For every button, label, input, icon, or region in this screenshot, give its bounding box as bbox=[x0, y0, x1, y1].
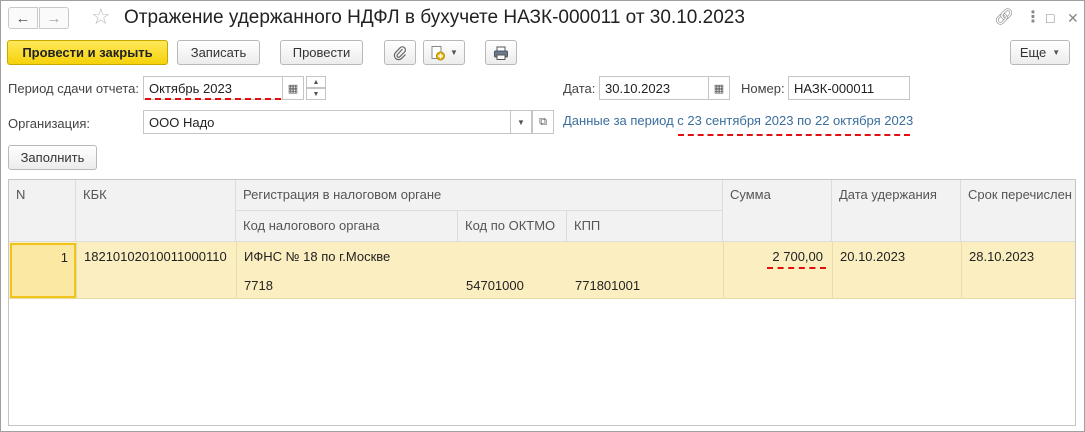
registration-cell[interactable]: ИФНС № 18 по г.Москве bbox=[244, 249, 390, 264]
document-window: ← → ☆ Отражение удержанного НДФЛ в бухуч… bbox=[0, 0, 1085, 432]
chevron-down-icon: ▼ bbox=[312, 90, 320, 98]
chevron-down-icon: ▼ bbox=[450, 48, 458, 57]
sum-cell[interactable]: 2 700,00 bbox=[772, 249, 823, 264]
title-bar: ← → ☆ Отражение удержанного НДФЛ в бухуч… bbox=[1, 1, 1084, 35]
oktmo-cell[interactable]: 54701000 bbox=[466, 278, 524, 293]
period-link-prefix: Данные за период bbox=[563, 113, 674, 128]
column-header-kbk[interactable]: КБК bbox=[76, 180, 236, 242]
create-based-on-button[interactable]: ▼ bbox=[423, 40, 465, 65]
column-header-oktmo[interactable]: Код по ОКТМО bbox=[458, 211, 567, 242]
column-header-withhold-date[interactable]: Дата удержания bbox=[832, 180, 961, 242]
back-button[interactable]: ← bbox=[8, 7, 38, 29]
date-label: Дата: bbox=[563, 81, 596, 96]
column-divider bbox=[961, 242, 962, 299]
forward-button[interactable]: → bbox=[39, 7, 69, 29]
date-calendar-button[interactable]: ▦ bbox=[708, 76, 730, 100]
organization-input[interactable]: ООО Надо bbox=[143, 110, 511, 134]
organization-label: Организация: bbox=[8, 116, 91, 131]
paperclip-icon bbox=[393, 45, 406, 60]
tax-table: N КБК Регистрация в налоговом органе Код… bbox=[8, 179, 1076, 426]
column-header-n[interactable]: N bbox=[9, 180, 76, 242]
date-input[interactable]: 30.10.2023 bbox=[599, 76, 709, 100]
period-input[interactable]: Октябрь 2023 bbox=[143, 76, 283, 100]
column-divider bbox=[236, 242, 237, 299]
printer-icon bbox=[494, 46, 508, 60]
number-input[interactable]: НАЗК-000011 bbox=[788, 76, 910, 100]
open-form-icon: ⧉ bbox=[539, 115, 547, 128]
save-button[interactable]: Записать bbox=[177, 40, 260, 65]
fill-button[interactable]: Заполнить bbox=[8, 145, 97, 170]
period-decrease-button[interactable]: ▼ bbox=[306, 88, 326, 100]
column-header-registration[interactable]: Регистрация в налоговом органе bbox=[236, 180, 723, 211]
tax-code-cell[interactable]: 7718 bbox=[244, 278, 273, 293]
transfer-deadline-cell[interactable]: 28.10.2023 bbox=[969, 249, 1034, 264]
column-header-transfer-deadline[interactable]: Срок перечислен bbox=[961, 180, 1075, 242]
withhold-date-cell[interactable]: 20.10.2023 bbox=[840, 249, 905, 264]
period-link[interactable]: Данные за период с 23 сентября 2023 по 2… bbox=[563, 113, 913, 128]
post-button[interactable]: Провести bbox=[280, 40, 363, 65]
kpp-cell[interactable]: 771801001 bbox=[575, 278, 640, 293]
kbk-cell[interactable]: 18210102010011000110 bbox=[84, 249, 227, 264]
arrow-left-icon: ← bbox=[15, 9, 31, 27]
print-button[interactable] bbox=[485, 40, 517, 65]
create-based-on-icon bbox=[431, 45, 446, 60]
period-link-range: с 23 сентября 2023 по 22 октября 2023 bbox=[677, 113, 914, 128]
calendar-button[interactable]: ▦ bbox=[282, 76, 304, 100]
period-increase-button[interactable]: ▲ bbox=[306, 76, 326, 88]
attach-button[interactable] bbox=[384, 40, 416, 65]
row-number-cell[interactable]: 1 bbox=[10, 243, 76, 298]
link-icon[interactable]: 🔗︎ bbox=[994, 9, 1014, 27]
post-and-close-button[interactable]: Провести и закрыть bbox=[7, 40, 168, 65]
favorite-star-icon[interactable]: ☆ bbox=[91, 5, 111, 29]
organization-open-button[interactable]: ⧉ bbox=[532, 110, 554, 134]
annotation-underline bbox=[767, 267, 826, 269]
period-label: Период сдачи отчета: bbox=[8, 81, 140, 96]
chevron-down-icon: ▼ bbox=[517, 117, 525, 127]
column-header-sum[interactable]: Сумма bbox=[723, 180, 832, 242]
calendar-icon: ▦ bbox=[713, 82, 725, 95]
annotation-underline bbox=[145, 98, 281, 100]
maximize-icon[interactable]: □ bbox=[1046, 9, 1054, 27]
organization-dropdown-button[interactable]: ▼ bbox=[510, 110, 532, 134]
close-icon[interactable]: ✕ bbox=[1067, 9, 1079, 27]
arrow-right-icon: → bbox=[46, 9, 62, 27]
more-actions-label: Еще bbox=[1019, 45, 1047, 60]
annotation-underline bbox=[678, 134, 910, 136]
more-actions-button[interactable]: Еще ▼ bbox=[1010, 40, 1070, 65]
chevron-down-icon: ▼ bbox=[1052, 48, 1061, 57]
number-label: Номер: bbox=[741, 81, 785, 96]
more-menu-icon[interactable]: ⋮ bbox=[1025, 9, 1041, 27]
calendar-icon: ▦ bbox=[287, 82, 299, 95]
column-divider bbox=[832, 242, 833, 299]
column-header-kpp[interactable]: КПП bbox=[567, 211, 723, 242]
chevron-up-icon: ▲ bbox=[312, 78, 320, 86]
window-title: Отражение удержанного НДФЛ в бухучете НА… bbox=[124, 7, 745, 28]
column-divider bbox=[76, 242, 77, 299]
column-header-tax-code[interactable]: Код налогового органа bbox=[236, 211, 458, 242]
column-divider bbox=[723, 242, 724, 299]
